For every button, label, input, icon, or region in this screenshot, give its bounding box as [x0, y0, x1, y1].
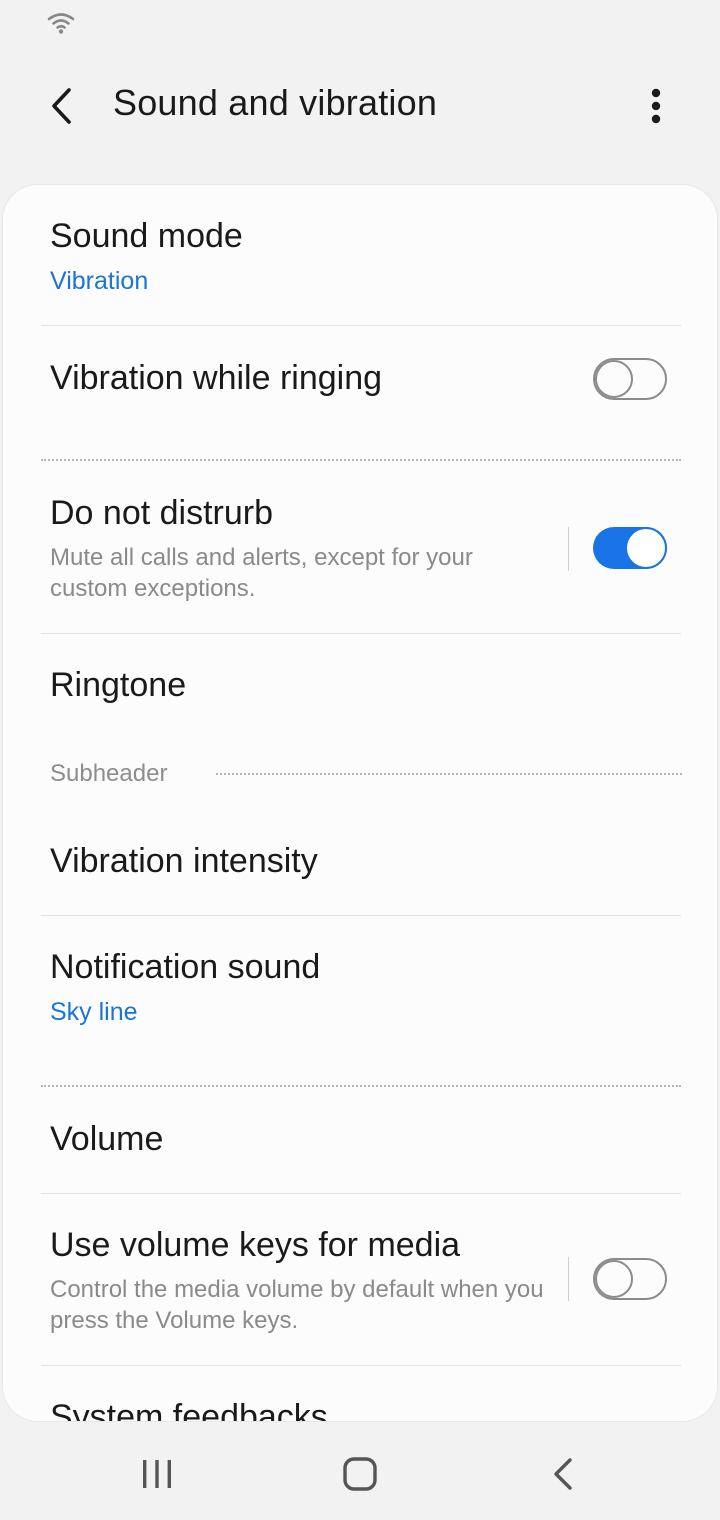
navigation-bar — [0, 1430, 720, 1520]
vibration-intensity-title: Vibration intensity — [50, 842, 318, 880]
app-bar: Sound and vibration — [0, 60, 720, 150]
subheader-divider — [216, 773, 682, 775]
do-not-disturb-title: Do not distrurb — [50, 494, 273, 532]
status-bar — [0, 0, 720, 44]
volume-item[interactable]: Volume — [3, 1088, 717, 1193]
wifi-icon — [47, 13, 75, 34]
ringtone-title: Ringtone — [50, 666, 187, 704]
use-volume-keys-toggle[interactable] — [593, 1258, 667, 1300]
ringtone-item[interactable]: Ringtone — [3, 634, 717, 744]
back-icon — [554, 1458, 572, 1490]
use-volume-keys-description: Control the media volume by default when… — [50, 1276, 544, 1334]
settings-card: Sound mode Vibration Vibration while rin… — [2, 184, 718, 1422]
vertical-separator — [568, 527, 569, 571]
vibration-while-ringing-toggle[interactable] — [593, 358, 667, 400]
notification-sound-item[interactable]: Notification sound Sky line — [3, 916, 717, 1085]
toggle-knob — [625, 527, 667, 569]
do-not-disturb-item[interactable]: Do not distrurb Mute all calls and alert… — [3, 462, 717, 633]
toggle-knob — [595, 360, 633, 398]
recents-button[interactable] — [127, 1444, 187, 1504]
vibration-while-ringing-title: Vibration while ringing — [50, 359, 383, 397]
system-feedbacks-title: System feedbacks — [50, 1398, 328, 1422]
more-vertical-icon — [651, 88, 661, 124]
do-not-disturb-toggle[interactable] — [593, 527, 667, 569]
page-title: Sound and vibration — [113, 82, 438, 123]
use-volume-keys-item[interactable]: Use volume keys for media Control the me… — [3, 1194, 717, 1365]
recents-icon — [143, 1460, 171, 1488]
vibration-intensity-item[interactable]: Vibration intensity — [3, 805, 717, 915]
chevron-left-icon — [52, 88, 71, 124]
notification-sound-value: Sky line — [50, 998, 138, 1026]
system-back-button[interactable] — [533, 1444, 593, 1504]
use-volume-keys-title: Use volume keys for media — [50, 1226, 461, 1264]
more-options-button[interactable] — [630, 80, 682, 132]
sound-mode-value: Vibration — [50, 267, 149, 295]
screen: Sound and vibration Sound mode Vibration… — [0, 0, 720, 1520]
notification-sound-title: Notification sound — [50, 948, 321, 986]
home-button[interactable] — [330, 1444, 390, 1504]
vertical-separator — [568, 1257, 569, 1301]
back-button[interactable] — [36, 80, 88, 132]
toggle-knob — [595, 1260, 633, 1298]
volume-title: Volume — [50, 1120, 164, 1158]
sound-mode-title: Sound mode — [50, 217, 243, 255]
section-divider — [41, 1085, 681, 1087]
vibration-while-ringing-item[interactable]: Vibration while ringing — [3, 326, 717, 460]
system-feedbacks-item[interactable]: System feedbacks — [3, 1366, 717, 1422]
subheader: Subheader — [50, 760, 168, 787]
do-not-disturb-description: Mute all calls and alerts, except for yo… — [50, 544, 473, 602]
section-divider — [41, 459, 681, 461]
home-icon — [343, 1457, 377, 1491]
sound-mode-item[interactable]: Sound mode Vibration — [3, 185, 717, 325]
